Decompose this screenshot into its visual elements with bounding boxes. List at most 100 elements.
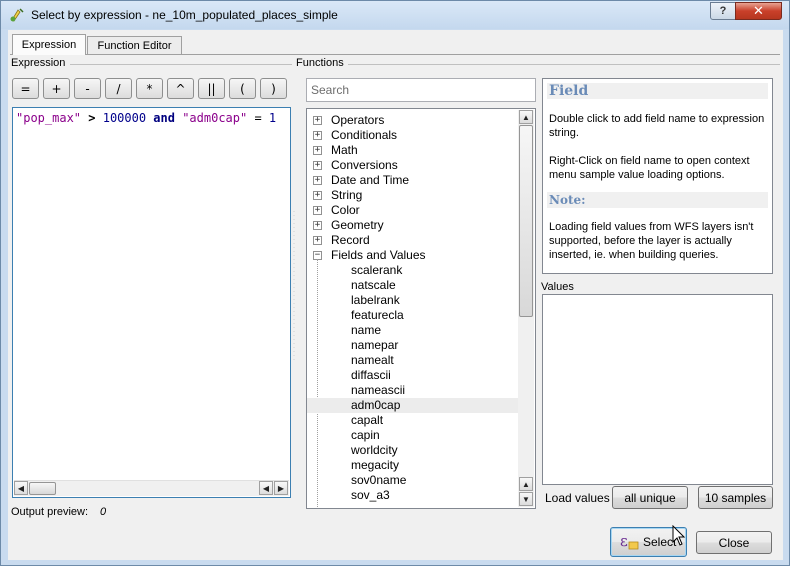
operator-concat-button[interactable]: ||: [198, 78, 225, 99]
operator-multiply-button[interactable]: *: [136, 78, 163, 99]
expression-token-number: 100000: [102, 111, 147, 125]
splitter-handle[interactable]: · · · · · · · · · · · · · · · · · · · · · · · · · · · · · · · · · · · · · ·: [293, 209, 297, 363]
tree-field-item[interactable]: scalerank: [307, 263, 519, 278]
help-panel: Field Double click to add field name to …: [542, 78, 773, 274]
scroll-up-arrow-icon[interactable]: ▲: [519, 110, 533, 124]
operator-equals-button[interactable]: =: [12, 78, 39, 99]
tree-group-label: Operators: [331, 113, 385, 127]
tree-field-item[interactable]: capalt: [307, 413, 519, 428]
tree-group-conditionals[interactable]: + Conditionals: [307, 128, 519, 143]
tree-group-geometry[interactable]: + Geometry: [307, 218, 519, 233]
window-title: Select by expression - ne_10m_populated_…: [31, 8, 338, 22]
expression-token-keyword: and: [146, 111, 183, 125]
tree-group-record[interactable]: + Record: [307, 233, 519, 248]
tree-group-string[interactable]: + String: [307, 188, 519, 203]
expand-plus-icon[interactable]: +: [313, 116, 322, 125]
tree-group-conversions[interactable]: + Conversions: [307, 158, 519, 173]
tree-field-item-selected[interactable]: adm0cap: [307, 398, 519, 413]
tree-field-item[interactable]: nameascii: [307, 383, 519, 398]
ten-samples-button[interactable]: 10 samples: [698, 486, 773, 509]
expand-plus-icon[interactable]: +: [313, 221, 322, 230]
tree-group-fields-and-values[interactable]: − Fields and Values: [307, 248, 519, 263]
tree-group-label: Fields and Values: [331, 248, 426, 262]
operator-divide-button[interactable]: /: [105, 78, 132, 99]
expression-text[interactable]: "pop_max" > 100000 and "adm0cap" = 1: [16, 111, 276, 125]
operator-power-button[interactable]: ^: [167, 78, 194, 99]
tree-field-item[interactable]: labelrank: [307, 293, 519, 308]
expression-editor[interactable]: "pop_max" > 100000 and "adm0cap" = 1 ◀ ◀…: [12, 107, 291, 498]
scroll-left-arrow-icon[interactable]: ◀: [259, 481, 273, 495]
help-button[interactable]: ?: [710, 2, 736, 20]
tree-group-label: Record: [331, 233, 370, 247]
tree-field-item[interactable]: sov_a3: [307, 488, 519, 503]
tree-field-item[interactable]: diffascii: [307, 368, 519, 383]
window-close-button[interactable]: ✕: [735, 2, 782, 20]
expression-token-operator: >: [81, 111, 103, 125]
expand-plus-icon[interactable]: +: [313, 131, 322, 140]
tree-field-item[interactable]: sov0name: [307, 473, 519, 488]
tree-field-item[interactable]: namealt: [307, 353, 519, 368]
values-list[interactable]: [542, 294, 773, 485]
editor-horizontal-scrollbar[interactable]: ◀ ◀ ▶: [14, 480, 289, 496]
tab-expression[interactable]: Expression: [12, 34, 86, 55]
tree-field-item[interactable]: namepar: [307, 338, 519, 353]
qgis-select-expression-icon: [10, 8, 24, 22]
tree-group-label: Conversions: [331, 158, 398, 172]
function-search-input[interactable]: [311, 80, 531, 100]
tree-group-label: String: [331, 188, 363, 202]
expand-plus-icon[interactable]: +: [313, 206, 322, 215]
values-label: Values: [541, 281, 574, 293]
tree-group-math[interactable]: + Math: [307, 143, 519, 158]
tree-field-item[interactable]: capin: [307, 428, 519, 443]
title-bar[interactable]: Select by expression - ne_10m_populated_…: [1, 1, 789, 29]
mouse-cursor-icon: [672, 525, 686, 546]
tree-field-item[interactable]: featurecla: [307, 308, 519, 323]
expand-plus-icon[interactable]: +: [313, 161, 322, 170]
tree-group-color[interactable]: + Color: [307, 203, 519, 218]
tree-vertical-scrollbar[interactable]: ▲ ▲ ▼: [518, 110, 534, 507]
tree-group-label: Conditionals: [331, 128, 398, 142]
close-button[interactable]: Close: [696, 531, 772, 554]
functions-group-line: [348, 64, 780, 65]
expression-select-icon: ε: [620, 533, 639, 550]
scroll-up-arrow-icon[interactable]: ▲: [519, 477, 533, 491]
scroll-left-arrow-icon[interactable]: ◀: [14, 481, 28, 495]
operator-minus-button[interactable]: -: [74, 78, 101, 99]
tree-field-item[interactable]: worldcity: [307, 443, 519, 458]
help-note-heading: Note:: [547, 192, 768, 208]
tab-function-editor[interactable]: Function Editor: [87, 36, 182, 54]
svg-text:ε: ε: [620, 533, 628, 550]
expand-plus-icon[interactable]: +: [313, 146, 322, 155]
editor-scroll-thumb[interactable]: [29, 482, 56, 495]
tree-group-date-and-time[interactable]: + Date and Time: [307, 173, 519, 188]
all-unique-button[interactable]: all unique: [612, 486, 688, 509]
tree-field-item[interactable]: megacity: [307, 458, 519, 473]
output-preview-label: Output preview:: [11, 506, 89, 518]
expand-plus-icon[interactable]: +: [313, 236, 322, 245]
tree-group-label: Color: [331, 203, 360, 217]
help-heading: Field: [547, 83, 768, 99]
expand-plus-icon[interactable]: +: [313, 191, 322, 200]
tree-group-label: Math: [331, 143, 358, 157]
tree-field-item[interactable]: natscale: [307, 278, 519, 293]
help-paragraph: Right-Click on field name to open contex…: [549, 155, 750, 181]
expression-token-operator: =: [247, 111, 269, 125]
tree-field-item[interactable]: name: [307, 323, 519, 338]
expand-plus-icon[interactable]: +: [313, 176, 322, 185]
dialog-window: Select by expression - ne_10m_populated_…: [0, 0, 790, 566]
function-tree[interactable]: + Operators + Conditionals + Math + Conversi…: [306, 108, 536, 509]
scroll-right-arrow-icon[interactable]: ▶: [274, 481, 288, 495]
tree-scroll-thumb[interactable]: [519, 125, 533, 317]
expression-section-label: Expression: [11, 57, 66, 69]
operator-plus-button[interactable]: +: [43, 78, 70, 99]
expression-token-number: 1: [268, 111, 277, 125]
dialog-body: Expression Function Editor Expression Fu…: [8, 30, 783, 560]
operator-close-paren-button[interactable]: ): [260, 78, 287, 99]
expression-token-field: "adm0cap": [182, 111, 248, 125]
expression-token-field: "pop_max": [16, 111, 82, 125]
tree-group-operators[interactable]: + Operators: [307, 113, 519, 128]
load-values-label: Load values: [545, 491, 610, 505]
function-search-box[interactable]: [306, 78, 536, 102]
scroll-down-arrow-icon[interactable]: ▼: [519, 492, 533, 506]
operator-open-paren-button[interactable]: (: [229, 78, 256, 99]
